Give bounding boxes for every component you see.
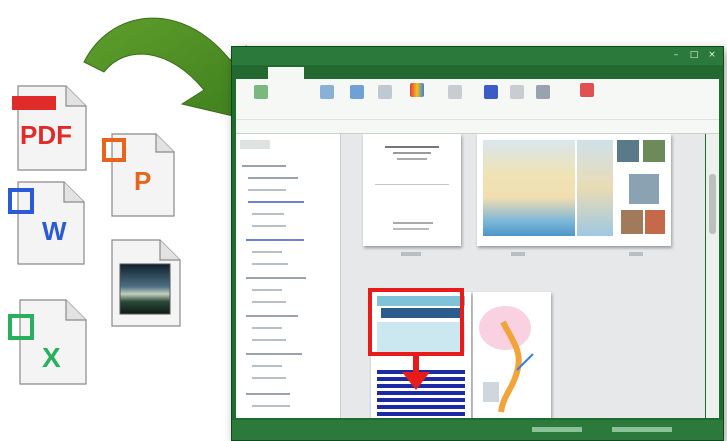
page-label — [401, 252, 421, 256]
layout-icon — [320, 85, 334, 99]
excel-file-icon: X — [8, 296, 92, 390]
pdf-label: PDF — [20, 120, 72, 150]
status-item — [532, 427, 582, 432]
ribbon-button-6[interactable] — [442, 85, 468, 101]
word-label: W — [42, 216, 67, 246]
tree-item[interactable] — [252, 242, 282, 253]
open-icon — [254, 85, 268, 99]
ribbon-button-2[interactable] — [314, 85, 340, 101]
tree-item[interactable] — [252, 204, 284, 215]
page-canvas — [341, 134, 705, 418]
tree-item[interactable] — [252, 254, 288, 265]
down-arrow-icon — [402, 352, 430, 390]
title-bar: – □ × — [232, 47, 723, 65]
tab-home[interactable] — [268, 67, 304, 79]
document-line — [397, 158, 427, 160]
tree-item[interactable] — [248, 180, 286, 191]
color-icon — [410, 83, 424, 97]
photo-image — [643, 140, 665, 162]
ribbon-toolbar — [236, 79, 719, 134]
status-bar — [232, 420, 723, 440]
tree-item[interactable] — [252, 368, 286, 379]
ribbon-separator — [236, 119, 719, 120]
tree-item[interactable] — [240, 140, 270, 149]
outline-sidebar — [236, 134, 341, 418]
tree-item[interactable] — [252, 216, 286, 227]
tree-item[interactable] — [248, 168, 298, 179]
map-image — [577, 140, 613, 236]
ribbon-button-4[interactable] — [372, 85, 398, 101]
page-thumbnail-route[interactable] — [473, 292, 551, 418]
page-label — [629, 252, 643, 256]
tree-item[interactable] — [246, 268, 306, 279]
tree-item[interactable] — [246, 306, 298, 317]
pdf-file-icon: PDF — [10, 82, 90, 174]
image-file-icon — [106, 236, 184, 330]
ribbon-button-3[interactable] — [344, 85, 370, 101]
vertical-scrollbar[interactable] — [706, 134, 719, 418]
text-icon — [510, 85, 524, 99]
ribbon-button-1[interactable] — [248, 85, 274, 101]
tree-item[interactable] — [252, 356, 282, 367]
app-window: – □ × — [231, 46, 724, 441]
photo-image — [629, 174, 659, 204]
tool-icon — [448, 85, 462, 99]
ribbon-button-7[interactable] — [478, 85, 504, 101]
ribbon-button-10[interactable] — [574, 83, 600, 99]
selection-highlight — [368, 288, 464, 356]
export-icon — [580, 83, 594, 97]
photo-image — [617, 140, 639, 162]
photo-image — [621, 210, 643, 234]
photo-image — [645, 210, 665, 234]
scroll-thumb[interactable] — [709, 174, 716, 234]
view-icon — [350, 85, 364, 99]
tree-item[interactable] — [252, 280, 282, 291]
tab-4[interactable] — [382, 67, 414, 79]
tab-file[interactable] — [236, 67, 268, 79]
tree-item[interactable] — [246, 384, 290, 395]
tree-item[interactable] — [252, 396, 290, 407]
powerpoint-label: P — [134, 166, 152, 196]
tab-3[interactable] — [346, 67, 378, 79]
route-map — [479, 306, 534, 413]
page-thumbnail-map[interactable] — [477, 134, 671, 246]
tree-item[interactable] — [246, 344, 302, 355]
word-file-icon: W — [8, 178, 88, 268]
maximize-icon[interactable]: □ — [687, 50, 701, 61]
document-title-line — [385, 146, 439, 148]
document-line — [375, 184, 449, 185]
ribbon-button-9[interactable] — [530, 85, 556, 101]
tab-2[interactable] — [310, 67, 342, 79]
page-thumbnail-document[interactable] — [363, 134, 461, 246]
ribbon-button-8[interactable] — [504, 85, 530, 101]
minimize-icon[interactable]: – — [669, 50, 683, 61]
ribbon-tab-bar — [232, 65, 723, 79]
document-line — [393, 228, 429, 230]
document-line — [393, 152, 431, 154]
zoom-icon — [378, 85, 392, 99]
map-image — [483, 140, 575, 236]
powerpoint-file-icon: P — [102, 130, 178, 220]
tree-item[interactable] — [248, 192, 304, 203]
close-icon[interactable]: × — [705, 50, 719, 61]
tree-item[interactable] — [252, 318, 282, 329]
tree-item[interactable] — [246, 230, 304, 241]
ribbon-button-5[interactable] — [404, 83, 430, 99]
tree-item[interactable] — [252, 330, 286, 341]
excel-label: X — [42, 342, 61, 373]
tree-item[interactable] — [242, 156, 286, 167]
tree-item[interactable] — [252, 292, 286, 303]
print-icon — [536, 85, 550, 99]
pen-icon — [484, 85, 498, 99]
status-item — [612, 427, 672, 432]
document-line — [393, 222, 433, 224]
page-label — [511, 252, 525, 256]
